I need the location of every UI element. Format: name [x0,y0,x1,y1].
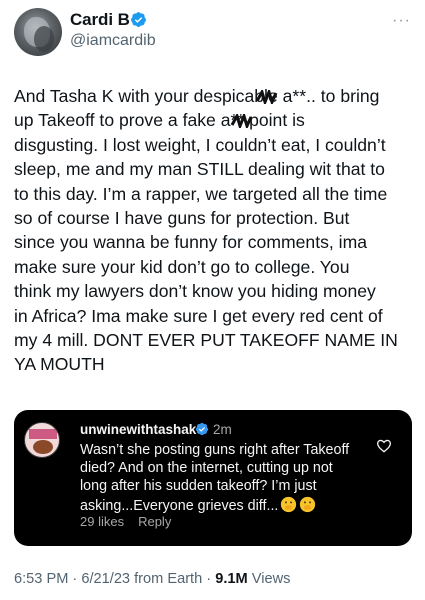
verified-badge-icon [195,422,209,436]
heart-outline-icon[interactable] [376,438,392,454]
verified-badge-icon [131,12,146,27]
comment-likes[interactable]: 29 likes [80,514,124,529]
tweet-text: And Tasha K with your despicable a**.. t… [14,86,398,375]
avatar[interactable] [14,8,62,56]
separator: · [206,571,212,587]
views-count[interactable]: 9.1M [215,571,247,587]
handle[interactable]: @iamcardib [70,32,156,50]
censor-scribble [230,114,253,128]
tweet-date-source: 6/21/23 from Earth [81,571,203,587]
face-with-hand-over-mouth-emoji [300,496,316,512]
views-label: Views [251,571,291,587]
face-with-hand-over-mouth-emoji [281,496,297,512]
separator: · [72,571,78,587]
censor-scribble [255,90,278,104]
tweet-time[interactable]: 6:53 PM [14,571,68,587]
comment-time: 2m [213,422,232,437]
tweet-footer: 6:53 PM · 6/21/23 from Earth · 9.1M View… [14,571,290,587]
ellipsis-icon[interactable]: ··· [392,12,411,30]
comment-text: Wasn’t she posting guns right after Take… [80,441,370,515]
quoted-comment-card: unwinewithtashak 2m Wasn’t she posting g… [14,410,412,546]
comment-meta: 29 likes Reply [80,514,185,529]
commenter-username[interactable]: unwinewithtashak [80,422,196,437]
tweet: Cardi B @iamcardib ··· And Tasha K with … [0,0,425,600]
comment-reply-button[interactable]: Reply [138,514,171,529]
display-name[interactable]: Cardi B [70,10,130,30]
commenter-avatar[interactable] [24,422,60,458]
